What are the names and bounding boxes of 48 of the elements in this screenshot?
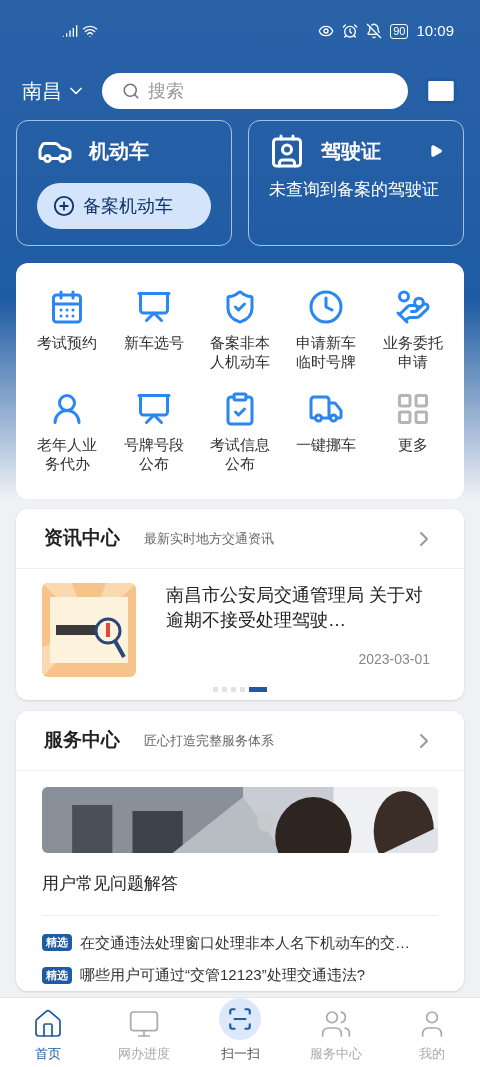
service-label[interactable]: 考试信息公布 xyxy=(209,435,271,473)
home-icon xyxy=(32,1008,64,1040)
featured-tag: 精选 xyxy=(42,966,72,984)
bell-off-icon xyxy=(366,23,383,39)
service-label[interactable]: 一键挪车 xyxy=(295,435,358,454)
people-icon xyxy=(320,1008,352,1040)
id-card-icon xyxy=(269,133,305,169)
service-label[interactable]: 老年人业务代办 xyxy=(36,435,99,473)
section-title: 服务中心 xyxy=(44,728,120,753)
clock-time: 10:09 xyxy=(416,20,454,41)
service-label[interactable]: 新车选号 xyxy=(122,333,185,352)
service-label[interactable]: 业务委托申请 xyxy=(381,333,444,371)
card-title: 驾驶证 xyxy=(321,139,382,164)
service-label[interactable]: 申请新车临时号牌 xyxy=(295,333,358,371)
faq-title: 用户常见问题解答 xyxy=(42,871,438,916)
license-card[interactable]: 驾驶证 未查询到备案的驾驶证 xyxy=(248,120,464,246)
service-label[interactable]: 更多 xyxy=(381,435,444,454)
eye-icon xyxy=(318,23,335,39)
vehicle-card[interactable]: 机动车 备案机动车 xyxy=(16,120,232,246)
section-title: 资讯中心 xyxy=(44,526,120,551)
card-title: 机动车 xyxy=(89,139,149,164)
clock-icon[interactable] xyxy=(308,289,345,325)
search-icon xyxy=(122,82,140,100)
signal-icon xyxy=(62,23,78,39)
search-field[interactable]: 搜索 xyxy=(102,73,408,109)
sign-board-icon[interactable] xyxy=(135,391,172,427)
monitor-icon xyxy=(128,1008,160,1040)
tab-item[interactable]: 首页 xyxy=(0,998,96,1067)
alarm-icon xyxy=(342,23,359,39)
tab-item[interactable]: 扫一扫 xyxy=(192,998,288,1067)
city-selector[interactable]: 南昌 xyxy=(22,76,86,106)
play-arrow-icon xyxy=(429,144,443,158)
faq-question[interactable]: 在交通违法处理窗口处理非本人名下机动车的交… xyxy=(80,931,410,954)
wifi-icon xyxy=(82,23,98,39)
service-label[interactable]: 备案非本人机动车 xyxy=(209,333,271,371)
license-message: 未查询到备案的驾驶证 xyxy=(269,179,440,201)
battery-level: 90 xyxy=(390,23,409,39)
section-subtitle: 最新实时地方交通资讯 xyxy=(144,529,275,548)
service-label[interactable]: 号牌号段公布 xyxy=(122,435,185,473)
news-headline[interactable]: 南昌市公安局交通管理局 关于对逾期不接受处理驾驶… xyxy=(166,583,430,633)
news-date: 2023-03-01 xyxy=(358,650,430,669)
featured-tag: 精选 xyxy=(42,934,72,952)
register-vehicle-button[interactable]: 备案机动车 xyxy=(37,183,211,229)
plus-icon xyxy=(53,195,75,217)
service-label[interactable]: 考试预约 xyxy=(36,333,99,352)
section-subtitle: 匠心打造完整服务体系 xyxy=(144,731,275,750)
faq-question[interactable]: 哪些用户可通过“交管12123”处理交通违法? xyxy=(80,964,366,987)
scan-icon xyxy=(227,1006,253,1032)
